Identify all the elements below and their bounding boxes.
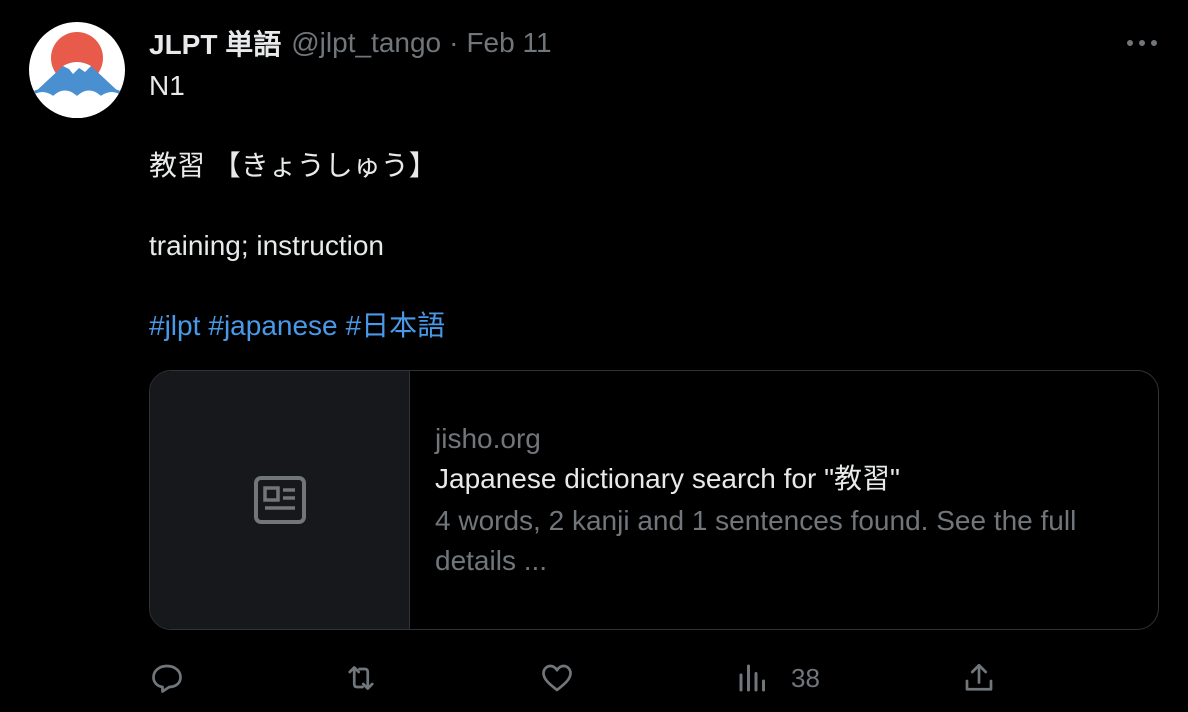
hashtag-link[interactable]: #jlpt — [149, 310, 200, 341]
card-info: jisho.org Japanese dictionary search for… — [410, 371, 1158, 629]
tweet-line-meaning: training; instruction — [149, 230, 385, 261]
share-button[interactable] — [961, 656, 997, 700]
tweet-line-level: N1 — [149, 70, 185, 101]
tweet-text: N1 教習 【きょうしゅう】 training; instruction #jl… — [149, 66, 1149, 346]
separator-dot: · — [449, 27, 459, 58]
like-button[interactable] — [539, 656, 575, 700]
card-domain: jisho.org — [435, 423, 541, 454]
tweet-date[interactable]: Feb 11 — [466, 27, 551, 59]
user-handle[interactable]: @jlpt_tango — [291, 27, 441, 59]
card-description: 4 words, 2 kanji and 1 sentences found. … — [435, 505, 1077, 576]
tweet-line-word: 教習 【きょうしゅう】 — [149, 150, 437, 181]
views-count: 38 — [791, 662, 820, 693]
more-icon — [1127, 40, 1157, 46]
reply-button[interactable] — [149, 656, 185, 700]
action-bar: 38 — [149, 656, 1149, 700]
hashtag-line: #jlpt #japanese #日本語 — [149, 306, 1149, 346]
retweet-icon — [348, 666, 374, 690]
mount-fuji-logo-icon — [29, 32, 125, 118]
card-thumbnail — [150, 371, 410, 629]
tweet-header: JLPT 単語 @jlpt_tango · Feb 11 — [149, 24, 552, 62]
share-icon — [965, 663, 993, 691]
display-name[interactable]: JLPT 単語 — [149, 23, 281, 63]
card-title: Japanese dictionary search for "教習" — [435, 463, 900, 494]
more-options-button[interactable] — [1122, 30, 1162, 56]
article-icon — [253, 476, 306, 524]
hashtag-link[interactable]: #japanese — [208, 310, 337, 341]
hashtag-link[interactable]: #日本語 — [346, 310, 446, 341]
link-preview-card[interactable]: jisho.org Japanese dictionary search for… — [149, 370, 1159, 630]
reply-icon — [152, 664, 182, 693]
avatar[interactable] — [29, 22, 125, 118]
retweet-button[interactable] — [343, 656, 379, 700]
like-icon — [542, 664, 572, 692]
views-button[interactable]: 38 — [735, 656, 820, 700]
views-icon — [739, 664, 765, 692]
